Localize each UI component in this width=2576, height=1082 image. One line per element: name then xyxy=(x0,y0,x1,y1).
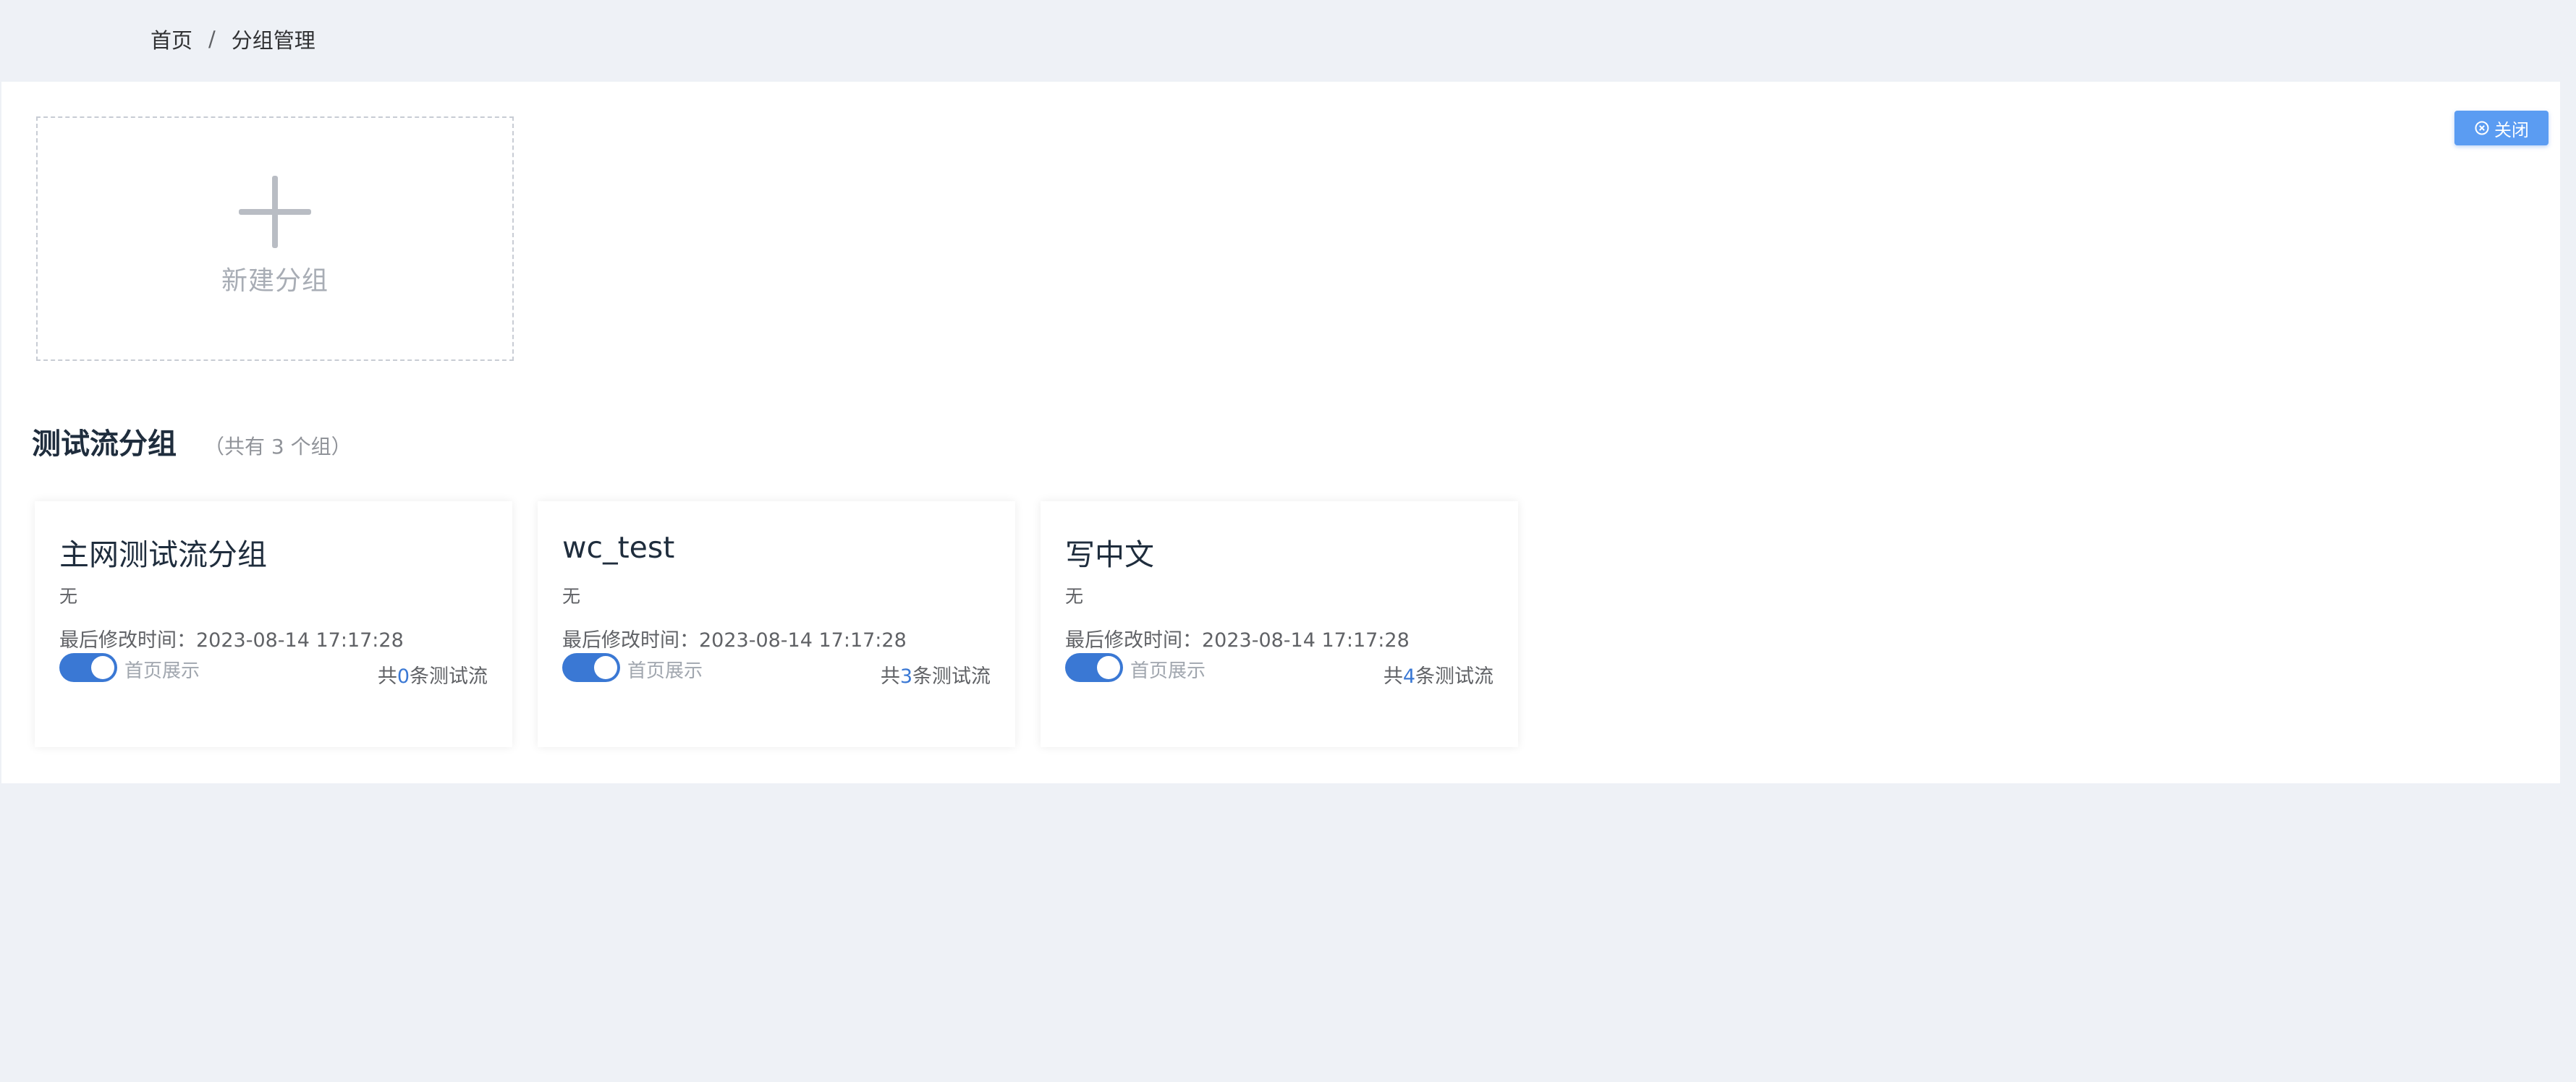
toggle-knob xyxy=(1097,656,1120,679)
breadcrumb: 首页 / 分组管理 xyxy=(151,25,315,54)
group-description: 无 xyxy=(59,586,78,607)
plus-icon xyxy=(239,176,311,248)
breadcrumb-current: 分组管理 xyxy=(231,28,315,53)
group-modified-time: 最后修改时间：2023-08-14 17:17:28 xyxy=(1065,629,1410,652)
new-group-card[interactable]: 新建分组 xyxy=(36,116,514,361)
flow-count[interactable]: 共4条测试流 xyxy=(1384,660,1494,689)
group-name: 写中文 xyxy=(1065,537,1154,572)
breadcrumb-home[interactable]: 首页 xyxy=(151,24,192,54)
group-card-footer: 首页展示 共0条测试流 xyxy=(59,653,488,688)
main-panel: 关闭 新建分组 测试流分组 （共有 3 个组） 主网测试流分组 无 最后修改时间… xyxy=(1,82,2560,783)
breadcrumb-separator: / xyxy=(208,27,216,51)
toggle-knob xyxy=(91,656,114,679)
flow-count-prefix: 共 xyxy=(1383,665,1403,688)
flow-count-suffix: 条测试流 xyxy=(1415,665,1494,688)
toggle-label: 首页展示 xyxy=(1130,660,1206,682)
group-modified-time: 最后修改时间：2023-08-14 17:17:28 xyxy=(59,629,404,652)
close-circle-icon xyxy=(2475,121,2489,135)
group-card[interactable]: 写中文 无 最后修改时间：2023-08-14 17:17:28 首页展示 共4… xyxy=(1041,501,1518,747)
flow-count[interactable]: 共3条测试流 xyxy=(881,660,991,689)
flow-count-number: 0 xyxy=(397,665,410,688)
toggle-label: 首页展示 xyxy=(124,660,200,682)
toggle-label: 首页展示 xyxy=(627,660,703,682)
group-modified-time: 最后修改时间：2023-08-14 17:17:28 xyxy=(562,629,907,652)
flow-count-suffix: 条测试流 xyxy=(912,665,991,688)
flow-count[interactable]: 共0条测试流 xyxy=(378,660,488,689)
group-card-footer: 首页展示 共4条测试流 xyxy=(1065,653,1494,688)
close-button-label: 关闭 xyxy=(2494,119,2529,140)
new-group-label: 新建分组 xyxy=(221,266,329,296)
group-name: 主网测试流分组 xyxy=(59,537,267,572)
group-card[interactable]: 主网测试流分组 无 最后修改时间：2023-08-14 17:17:28 首页展… xyxy=(35,501,512,747)
homepage-display-toggle[interactable] xyxy=(562,653,620,682)
flow-count-number: 4 xyxy=(1402,665,1415,688)
flow-count-prefix: 共 xyxy=(880,665,900,688)
group-description: 无 xyxy=(562,586,581,607)
group-card-footer: 首页展示 共3条测试流 xyxy=(562,653,991,688)
section-header: 测试流分组 （共有 3 个组） xyxy=(32,420,352,462)
group-name: wc_test xyxy=(562,530,675,565)
group-count: （共有 3 个组） xyxy=(204,435,352,459)
group-description: 无 xyxy=(1065,586,1084,607)
homepage-display-toggle[interactable] xyxy=(1065,653,1123,682)
flow-count-number: 3 xyxy=(899,665,912,688)
close-button[interactable]: 关闭 xyxy=(2454,111,2549,145)
section-title: 测试流分组 xyxy=(32,427,177,461)
group-card[interactable]: wc_test 无 最后修改时间：2023-08-14 17:17:28 首页展… xyxy=(538,501,1015,747)
toggle-knob xyxy=(594,656,617,679)
flow-count-suffix: 条测试流 xyxy=(410,665,488,688)
flow-count-prefix: 共 xyxy=(377,665,397,688)
homepage-display-toggle[interactable] xyxy=(59,653,117,682)
